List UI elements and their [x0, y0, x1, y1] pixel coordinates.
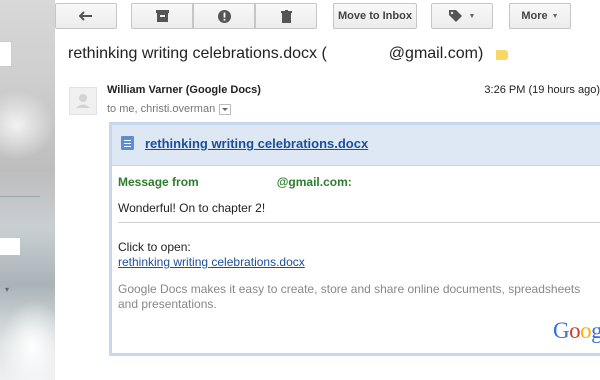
avatar — [69, 87, 97, 115]
report-spam-icon — [217, 9, 231, 23]
docs-description: Google Docs makes it easy to create, sto… — [118, 282, 581, 311]
cloud-decoration — [0, 90, 55, 160]
sidebar-divider — [0, 196, 40, 197]
click-to-open-label: Click to open: — [118, 240, 191, 254]
message-from-prefix: Message from — [118, 175, 199, 189]
card-header: rethinking writing celebrations.docx — [112, 125, 600, 166]
important-label-marker[interactable] — [496, 50, 508, 60]
recipients-text: to me, christi.overman — [107, 103, 216, 115]
more-button[interactable]: More ▼ — [509, 3, 571, 29]
docs-share-card: rethinking writing celebrations.docx Mes… — [109, 122, 600, 356]
trash-icon — [280, 9, 292, 23]
back-button[interactable] — [55, 3, 117, 29]
document-icon — [121, 136, 134, 150]
sidebar-search-box[interactable] — [0, 41, 12, 67]
labels-button[interactable]: ▼ — [431, 3, 493, 29]
sidebar-expand-icon[interactable]: ▾ — [5, 285, 9, 294]
move-to-inbox-label: Move to Inbox — [338, 10, 412, 22]
email-subject: rethinking writing celebrations.docx ( @g… — [68, 45, 483, 63]
move-to-inbox-button[interactable]: Move to Inbox — [333, 3, 417, 29]
document-title-link[interactable]: rethinking writing celebrations.docx — [145, 136, 368, 151]
show-details-toggle[interactable] — [219, 103, 232, 115]
subject-prefix: rethinking writing celebrations.docx ( — [68, 45, 327, 62]
chevron-down-icon: ▼ — [551, 12, 559, 20]
message-pane: rethinking writing celebrations.docx ( @g… — [55, 36, 600, 380]
document-open-link[interactable]: rethinking writing celebrations.docx — [118, 255, 305, 269]
sender-name[interactable]: William Varner (Google Docs) — [107, 84, 261, 96]
message-text: Wonderful! On to chapter 2! — [118, 201, 266, 215]
label-tag-icon — [448, 10, 462, 22]
cloud-decoration — [0, 300, 55, 380]
delete-button[interactable] — [255, 3, 317, 29]
card-divider — [118, 222, 600, 223]
toolbar: Move to Inbox ▼ More ▼ — [55, 0, 600, 36]
person-icon — [76, 94, 90, 108]
message-from-heading: Message from @gmail.com: — [118, 175, 352, 189]
back-arrow-icon — [79, 11, 92, 21]
report-spam-button[interactable] — [193, 3, 255, 29]
more-label: More — [521, 10, 548, 22]
sidebar-chat-box[interactable] — [0, 238, 20, 255]
subject-suffix: @gmail.com) — [388, 45, 484, 62]
google-logo: Goog — [553, 318, 600, 343]
recipients-line: to me, christi.overman — [107, 103, 232, 115]
email-time: 3:26 PM (19 hours ago) — [484, 84, 600, 96]
message-from-suffix: @gmail.com: — [276, 175, 352, 189]
archive-icon — [155, 10, 169, 22]
archive-button[interactable] — [131, 3, 193, 29]
chevron-down-icon: ▼ — [468, 12, 476, 20]
